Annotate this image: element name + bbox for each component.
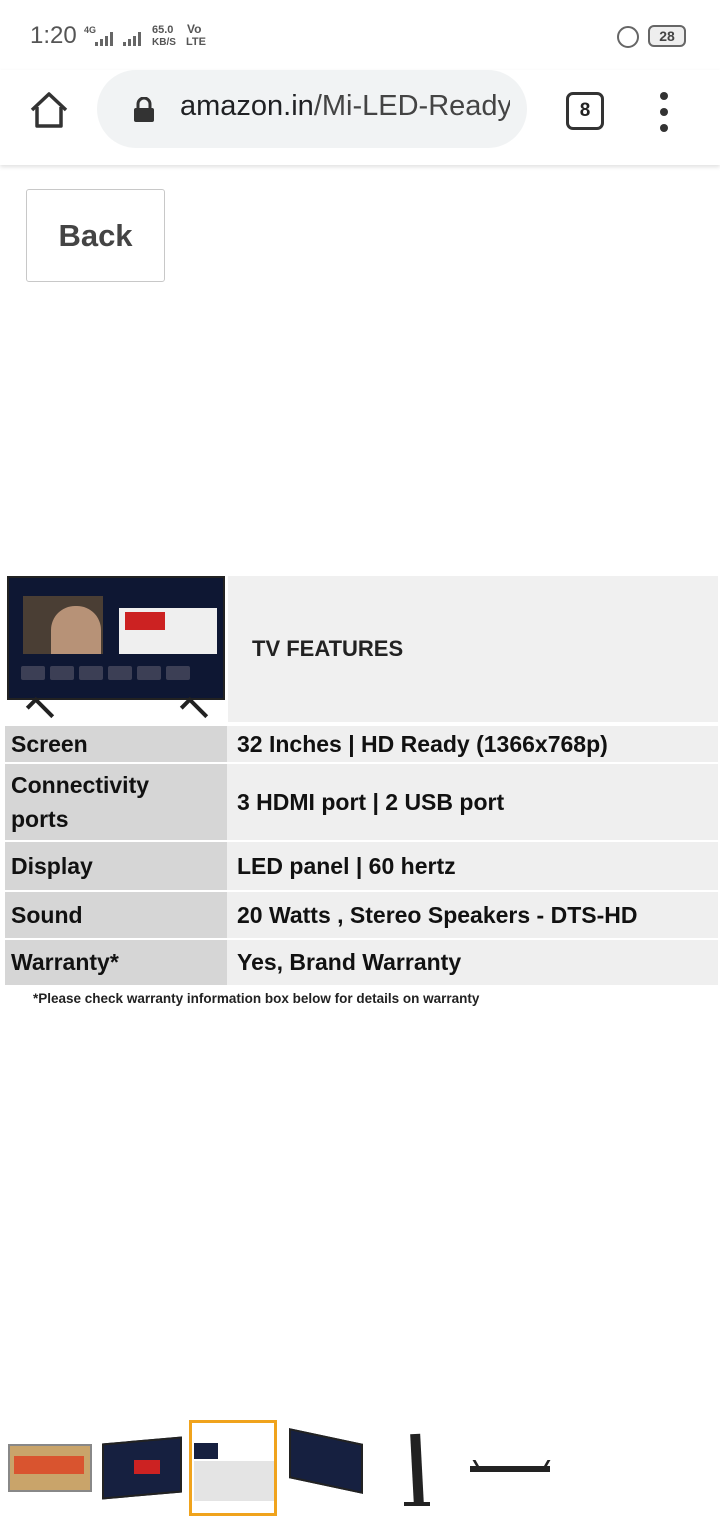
thumbnail-2[interactable] [100, 1420, 188, 1516]
product-image[interactable]: TV FEATURES Screen 32 Inches | HD Ready … [0, 568, 720, 1018]
spec-value: 20 Watts , Stereo Speakers - DTS-HD [227, 890, 718, 939]
table-row: Warranty* Yes, Brand Warranty [5, 938, 718, 985]
thumbnail-3-selected[interactable] [189, 1420, 277, 1516]
status-time: 1:20 [30, 22, 77, 49]
spec-label: Screen [5, 724, 227, 763]
spec-label: Connectivity ports [5, 762, 227, 841]
tv-illustration [5, 576, 227, 726]
more-menu-icon[interactable] [652, 92, 676, 132]
thumbnail-1[interactable] [6, 1420, 94, 1516]
warranty-note: *Please check warranty information box b… [33, 991, 480, 1006]
table-row: Connectivity ports 3 HDMI port | 2 USB po… [5, 762, 718, 841]
table-row: Sound 20 Watts , Stereo Speakers - DTS-H… [5, 890, 718, 939]
table-row: Screen 32 Inches | HD Ready (1366x768p) [5, 724, 718, 763]
back-button[interactable]: Back [26, 189, 165, 282]
table-row: Display LED panel | 60 hertz [5, 840, 718, 891]
lock-icon [132, 96, 156, 123]
signal-icon-2 [123, 32, 143, 46]
spec-value: 3 HDMI port | 2 USB port [227, 762, 718, 841]
signal-icon [95, 32, 115, 46]
speed-unit: KB/S [152, 37, 176, 48]
address-bar[interactable]: amazon.in/Mi-LED-Ready [97, 70, 527, 148]
specs-table: Screen 32 Inches | HD Ready (1366x768p) … [5, 724, 718, 985]
spec-value: 32 Inches | HD Ready (1366x768p) [227, 724, 718, 763]
volte-bottom: LTE [186, 36, 206, 48]
tab-switcher-button[interactable]: 8 [566, 92, 604, 130]
home-icon[interactable] [26, 88, 72, 134]
volte-top: Vo [187, 22, 202, 36]
thumbnail-4[interactable] [283, 1420, 371, 1516]
rotation-lock-icon [617, 26, 639, 48]
spec-value: LED panel | 60 hertz [227, 840, 718, 891]
spec-value: Yes, Brand Warranty [227, 938, 718, 985]
url-domain: amazon.in [180, 90, 314, 122]
thumbnail-5[interactable] [378, 1420, 466, 1516]
thumbnail-strip [0, 1420, 720, 1520]
status-bar: 1:20 4G 65.0 KB/S Vo LTE 28 [0, 0, 720, 70]
url-path: /Mi-LED-Ready [313, 90, 510, 122]
spec-label: Warranty* [5, 938, 227, 985]
features-title: TV FEATURES [252, 636, 404, 661]
battery-icon: 28 [648, 25, 686, 47]
spec-label: Display [5, 840, 227, 891]
url-text: amazon.in/Mi-LED-Ready [180, 90, 510, 123]
browser-toolbar: amazon.in/Mi-LED-Ready 8 [0, 70, 720, 165]
spec-label: Sound [5, 890, 227, 939]
speed-value: 65.0 [152, 24, 174, 36]
thumbnail-6[interactable] [466, 1420, 556, 1516]
